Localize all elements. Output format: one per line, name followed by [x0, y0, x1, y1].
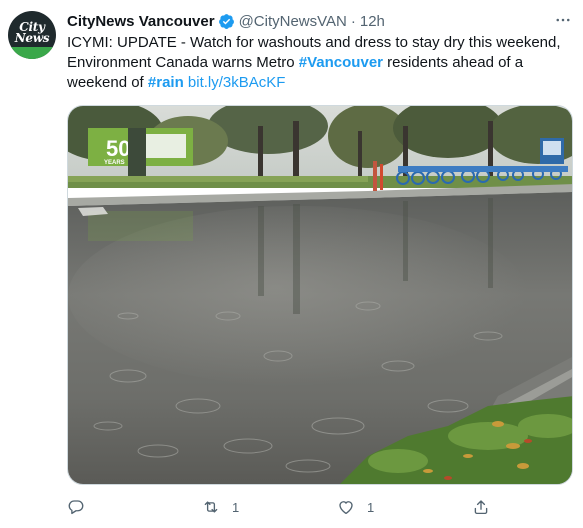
flooded-street-photo: 50 YEARS: [68, 106, 572, 484]
avatar[interactable]: City News: [8, 11, 56, 59]
avatar-logo-line-2: News: [14, 31, 50, 45]
display-name[interactable]: CityNews Vancouver: [67, 13, 215, 30]
sign-subtext: YEARS: [104, 160, 125, 166]
avatar-logo: City News: [8, 21, 56, 45]
retweet-count: 1: [232, 499, 240, 515]
tweet-link[interactable]: bit.ly/3kBAcKF: [188, 74, 286, 91]
retweet-icon: [204, 501, 218, 513]
reply-icon: [68, 500, 84, 515]
author-handle[interactable]: @CityNewsVAN: [239, 13, 347, 30]
sign-number: 50: [106, 136, 130, 161]
hashtag-rain[interactable]: #rain: [148, 74, 184, 91]
heart-icon: [339, 501, 353, 515]
tweet-text: ICYMI: UPDATE - Watch for washouts and d…: [67, 33, 572, 93]
retweet-button[interactable]: 1: [202, 496, 239, 518]
hashtag-vancouver[interactable]: #Vancouver: [299, 54, 383, 71]
like-button[interactable]: 1: [337, 496, 374, 518]
verified-badge-icon: [218, 13, 234, 29]
like-count: 1: [367, 499, 375, 515]
tweet[interactable]: City News CityNews Vancouver @CityNewsVA…: [0, 0, 583, 528]
reply-button[interactable]: [67, 496, 97, 518]
share-icon: [474, 500, 488, 515]
more-dots-icon: [556, 18, 570, 22]
share-button[interactable]: [472, 496, 490, 518]
separator-dot: ·: [350, 12, 356, 30]
tweet-header: CityNews Vancouver @CityNewsVAN · 12h: [67, 11, 385, 31]
tweet-actions: 1 1: [67, 496, 507, 518]
more-options-button[interactable]: [552, 10, 574, 30]
timestamp[interactable]: 12h: [360, 13, 385, 30]
tweet-media[interactable]: 50 YEARS: [67, 105, 573, 485]
